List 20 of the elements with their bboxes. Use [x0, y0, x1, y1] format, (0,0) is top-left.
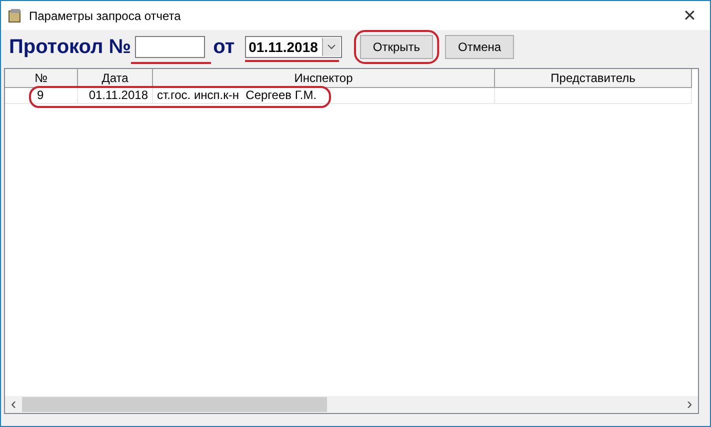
protocol-label: Протокол № [9, 36, 132, 58]
report-icon [7, 8, 23, 24]
scrollbar-thumb[interactable] [22, 397, 327, 412]
date-field[interactable]: 01.11.2018 [244, 36, 342, 58]
column-header[interactable]: Представитель [495, 69, 692, 88]
chevron-down-icon[interactable] [322, 38, 340, 56]
scroll-left-button[interactable]: ‹ [5, 396, 22, 413]
table-cell: 9 [5, 88, 78, 104]
scroll-right-button[interactable]: › [681, 396, 698, 413]
close-button[interactable]: ✕ [683, 6, 696, 26]
open-button[interactable]: Открыть [360, 35, 434, 59]
window-title: Параметры запроса отчета [29, 8, 182, 22]
protocol-number-field[interactable] [135, 36, 206, 58]
cancel-button[interactable]: Отмена [445, 35, 514, 59]
horizontal-scrollbar[interactable]: ‹ › [5, 396, 698, 413]
column-header[interactable]: Инспектор [153, 69, 495, 88]
table-cell: 01.11.2018 [78, 88, 153, 104]
column-header[interactable]: № [5, 69, 78, 88]
date-label: от [213, 36, 235, 58]
table-cell: ст.гос. инсп.к-н Сергеев Г.М. [153, 88, 495, 104]
